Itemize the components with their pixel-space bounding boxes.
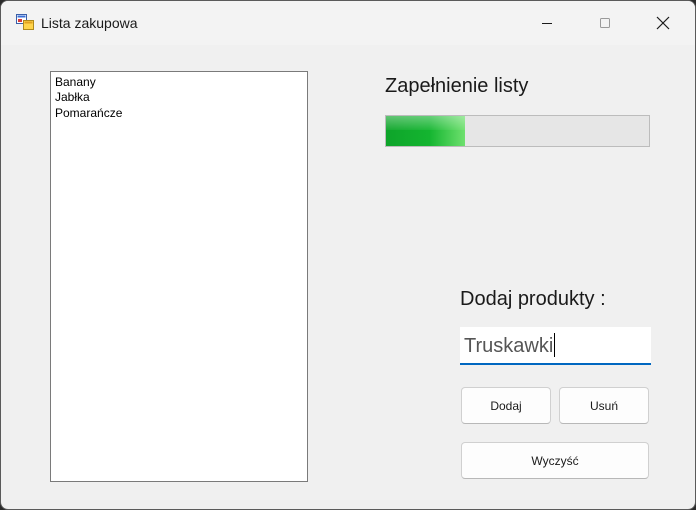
- clear-button[interactable]: Wyczyść: [461, 442, 649, 479]
- shopping-listbox[interactable]: Banany Jabłka Pomarańcze: [50, 71, 308, 482]
- product-input-text: Truskawki: [464, 335, 554, 357]
- list-fill-progress-bar: [385, 115, 650, 147]
- progress-label: Zapełnienie listy: [385, 75, 529, 97]
- list-item[interactable]: Jabłka: [55, 90, 90, 105]
- list-item[interactable]: Banany: [55, 75, 96, 90]
- list-item[interactable]: Pomarańcze: [55, 106, 122, 121]
- minimize-icon: [541, 17, 553, 29]
- app-icon: [16, 14, 34, 30]
- product-input-value: Truskawki: [464, 333, 556, 359]
- text-caret: [554, 333, 556, 357]
- maximize-icon: [599, 17, 611, 29]
- add-button[interactable]: Dodaj: [461, 387, 551, 424]
- close-icon: [656, 16, 670, 30]
- main-window: Lista zakupowa Banany Jabłka Pomarańcze …: [0, 0, 696, 510]
- close-button[interactable]: [634, 1, 692, 45]
- product-input[interactable]: Truskawki: [460, 327, 651, 365]
- window-title: Lista zakupowa: [41, 15, 138, 31]
- add-products-label: Dodaj produkty :: [460, 288, 606, 310]
- minimize-button[interactable]: [518, 1, 576, 45]
- remove-button[interactable]: Usuń: [559, 387, 649, 424]
- maximize-button[interactable]: [576, 1, 634, 45]
- progress-fill: [386, 116, 465, 146]
- title-bar[interactable]: Lista zakupowa: [1, 1, 695, 45]
